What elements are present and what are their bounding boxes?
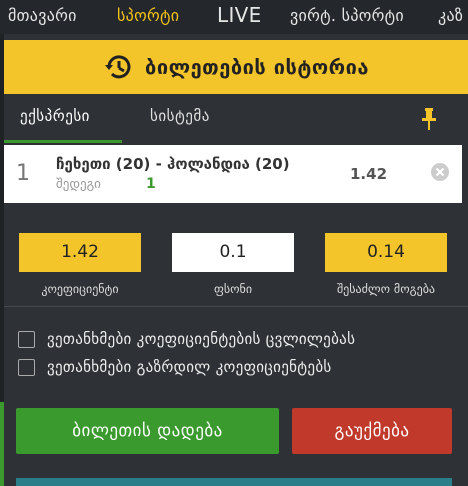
accept-odds-change-label: ვეთანხმები კოეფიციენტების ცვლილებას (47, 330, 356, 348)
tab-express[interactable]: ექსპრესი (20, 94, 90, 142)
left-edge-accent (0, 402, 4, 486)
selected-outcome: 1 (146, 176, 156, 192)
market-name: შედეგი (56, 177, 101, 192)
bottom-bar (16, 478, 452, 486)
place-bet-button[interactable]: ბილეთის დადება (16, 408, 279, 454)
remove-selection-icon[interactable] (431, 163, 449, 181)
coefficient-label: კოეფიციენტი (41, 282, 119, 296)
betslip-tabs: ექსპრესი სისტემა (4, 94, 468, 142)
total-coefficient-value: 1.42 (19, 233, 141, 272)
nav-item-home[interactable]: მთავარი (8, 0, 77, 34)
possible-win-label: შესაძლო მოგება (336, 282, 436, 296)
nav-item-casino[interactable]: კაზ (438, 0, 463, 34)
tab-system[interactable]: სისტემა (150, 94, 210, 142)
possible-win-value: 0.14 (325, 233, 447, 272)
accept-odds-change-checkbox[interactable] (18, 330, 35, 348)
pin-icon[interactable] (420, 108, 438, 130)
selection-index: 1 (16, 161, 30, 186)
bet-history-title: ბილეთების ისტორია (145, 55, 369, 79)
accept-increased-odds-option[interactable]: ვეთანხმები გაზრდილ კოეფიციენტებს (18, 357, 332, 377)
top-navigation: მთავარი სპორტი LIVE ვირტ. სპორტი კაზ (0, 0, 468, 34)
bet-history-button[interactable]: ბილეთების ისტორია (4, 40, 468, 94)
cancel-button[interactable]: გაუქმება (292, 408, 452, 454)
nav-item-virtual-sport[interactable]: ვირტ. სპორტი (290, 0, 404, 34)
nav-item-live[interactable]: LIVE (217, 0, 262, 34)
stake-input[interactable]: 0.1 (172, 233, 294, 272)
accept-odds-change-option[interactable]: ვეთანხმები კოეფიციენტების ცვლილებას (18, 329, 355, 349)
stake-label: ფსონი (213, 282, 253, 296)
match-name: ჩეხეთი (20) - ჰოლანდია (20) (56, 155, 290, 173)
active-tab-indicator (4, 140, 122, 143)
bet-selection-card: 1 ჩეხეთი (20) - ჰოლანდია (20) შედეგი 1 1… (4, 145, 462, 203)
accept-increased-odds-checkbox[interactable] (18, 358, 35, 376)
accept-increased-odds-label: ვეთანხმები გაზრდილ კოეფიციენტებს (47, 358, 332, 376)
section-divider (4, 306, 468, 307)
selection-odd: 1.42 (350, 165, 388, 183)
nav-item-sport[interactable]: სპორტი (117, 0, 179, 34)
history-clock-icon (105, 55, 131, 79)
